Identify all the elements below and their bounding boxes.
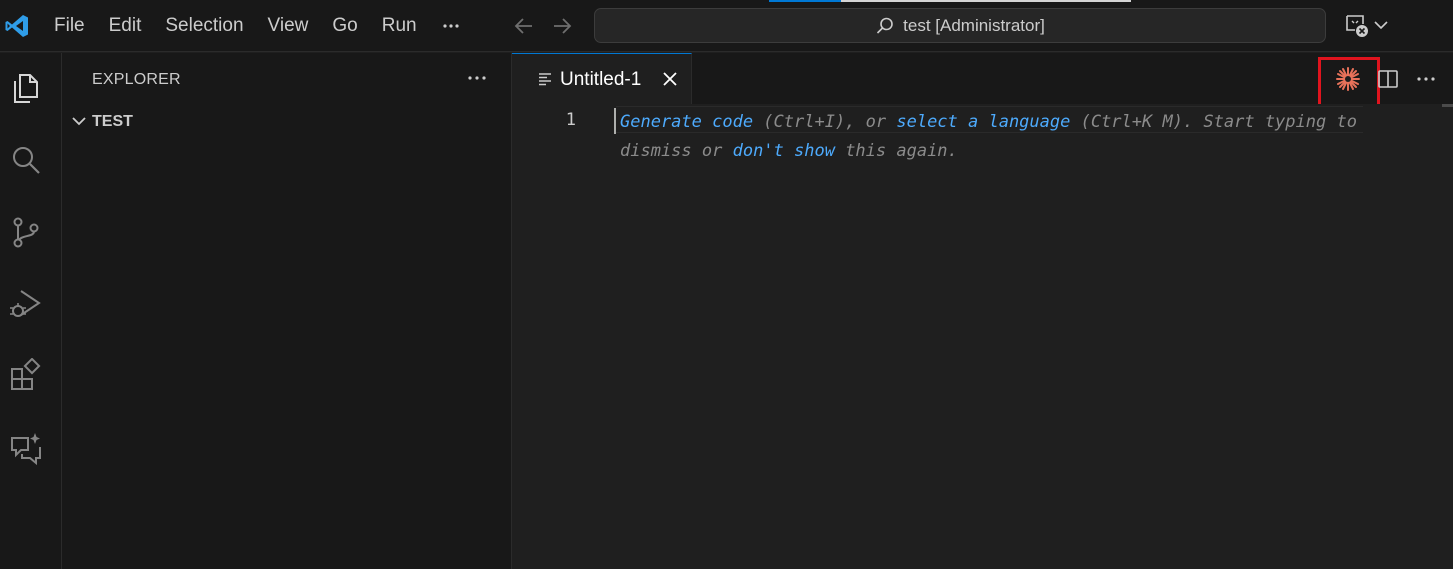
hint-text-1: (Ctrl+I), or [753, 112, 897, 132]
menu-bar: File Edit Selection View Go Run [42, 14, 473, 38]
text-cursor [614, 108, 616, 134]
folder-name: TEST [92, 113, 133, 130]
ellipsis-icon [443, 24, 459, 28]
menu-run[interactable]: Run [370, 14, 429, 38]
explorer-sidebar: EXPLORER TEST [62, 53, 512, 569]
progress-indicator-track [841, 0, 1131, 2]
split-editor-icon[interactable] [1377, 68, 1399, 90]
extensions-icon[interactable] [8, 358, 44, 394]
folder-row-test[interactable]: TEST [62, 110, 511, 134]
menu-view[interactable]: View [256, 14, 321, 38]
search-icon [877, 17, 893, 34]
chat-icon[interactable] [8, 430, 44, 466]
copilot-status-icon[interactable] [1343, 12, 1373, 40]
search-icon[interactable] [8, 142, 44, 178]
forward-arrow-icon[interactable] [550, 14, 574, 38]
command-center-search[interactable]: test [Administrator] [594, 8, 1326, 43]
sidebar-title: EXPLORER [92, 71, 181, 88]
vscode-logo-icon[interactable] [4, 13, 30, 39]
menu-file[interactable]: File [42, 14, 97, 38]
tab-untitled-1[interactable]: Untitled-1 [512, 53, 692, 104]
ellipsis-icon[interactable] [1415, 70, 1437, 88]
tab-label: Untitled-1 [560, 69, 642, 90]
command-center-label: test [Administrator] [903, 15, 1045, 35]
editor-tab-bar: Untitled-1 [512, 53, 1453, 104]
ellipsis-icon[interactable] [466, 67, 488, 89]
select-language-link[interactable]: select a language [896, 112, 1070, 132]
menu-selection[interactable]: Selection [153, 14, 255, 38]
close-icon[interactable] [660, 69, 680, 89]
editor-area[interactable]: 1 Generate code (Ctrl+I), or select a la… [512, 104, 1453, 569]
text-file-icon [539, 73, 551, 86]
copilot-sparkle-icon[interactable] [1335, 66, 1361, 92]
menu-edit[interactable]: Edit [97, 14, 154, 38]
back-arrow-icon[interactable] [512, 14, 536, 38]
source-control-icon[interactable] [8, 214, 44, 250]
hint-text-3: this again. [834, 141, 958, 161]
activity-bar [0, 53, 62, 569]
menu-more-button[interactable] [429, 14, 473, 38]
dont-show-link[interactable]: don't show [733, 141, 835, 161]
explorer-icon[interactable] [8, 70, 44, 106]
generate-code-link[interactable]: Generate code [620, 112, 753, 132]
progress-indicator-accent [769, 0, 841, 2]
empty-editor-hint: Generate code (Ctrl+I), or select a lang… [620, 108, 1372, 166]
chevron-down-icon[interactable] [1373, 16, 1389, 34]
scrollbar-marker [1442, 104, 1453, 107]
title-bar: File Edit Selection View Go Run test [Ad… [0, 0, 1453, 52]
line-number: 1 [565, 110, 576, 130]
chevron-down-icon [72, 117, 86, 126]
menu-go[interactable]: Go [320, 14, 369, 38]
run-debug-icon[interactable] [8, 286, 44, 322]
